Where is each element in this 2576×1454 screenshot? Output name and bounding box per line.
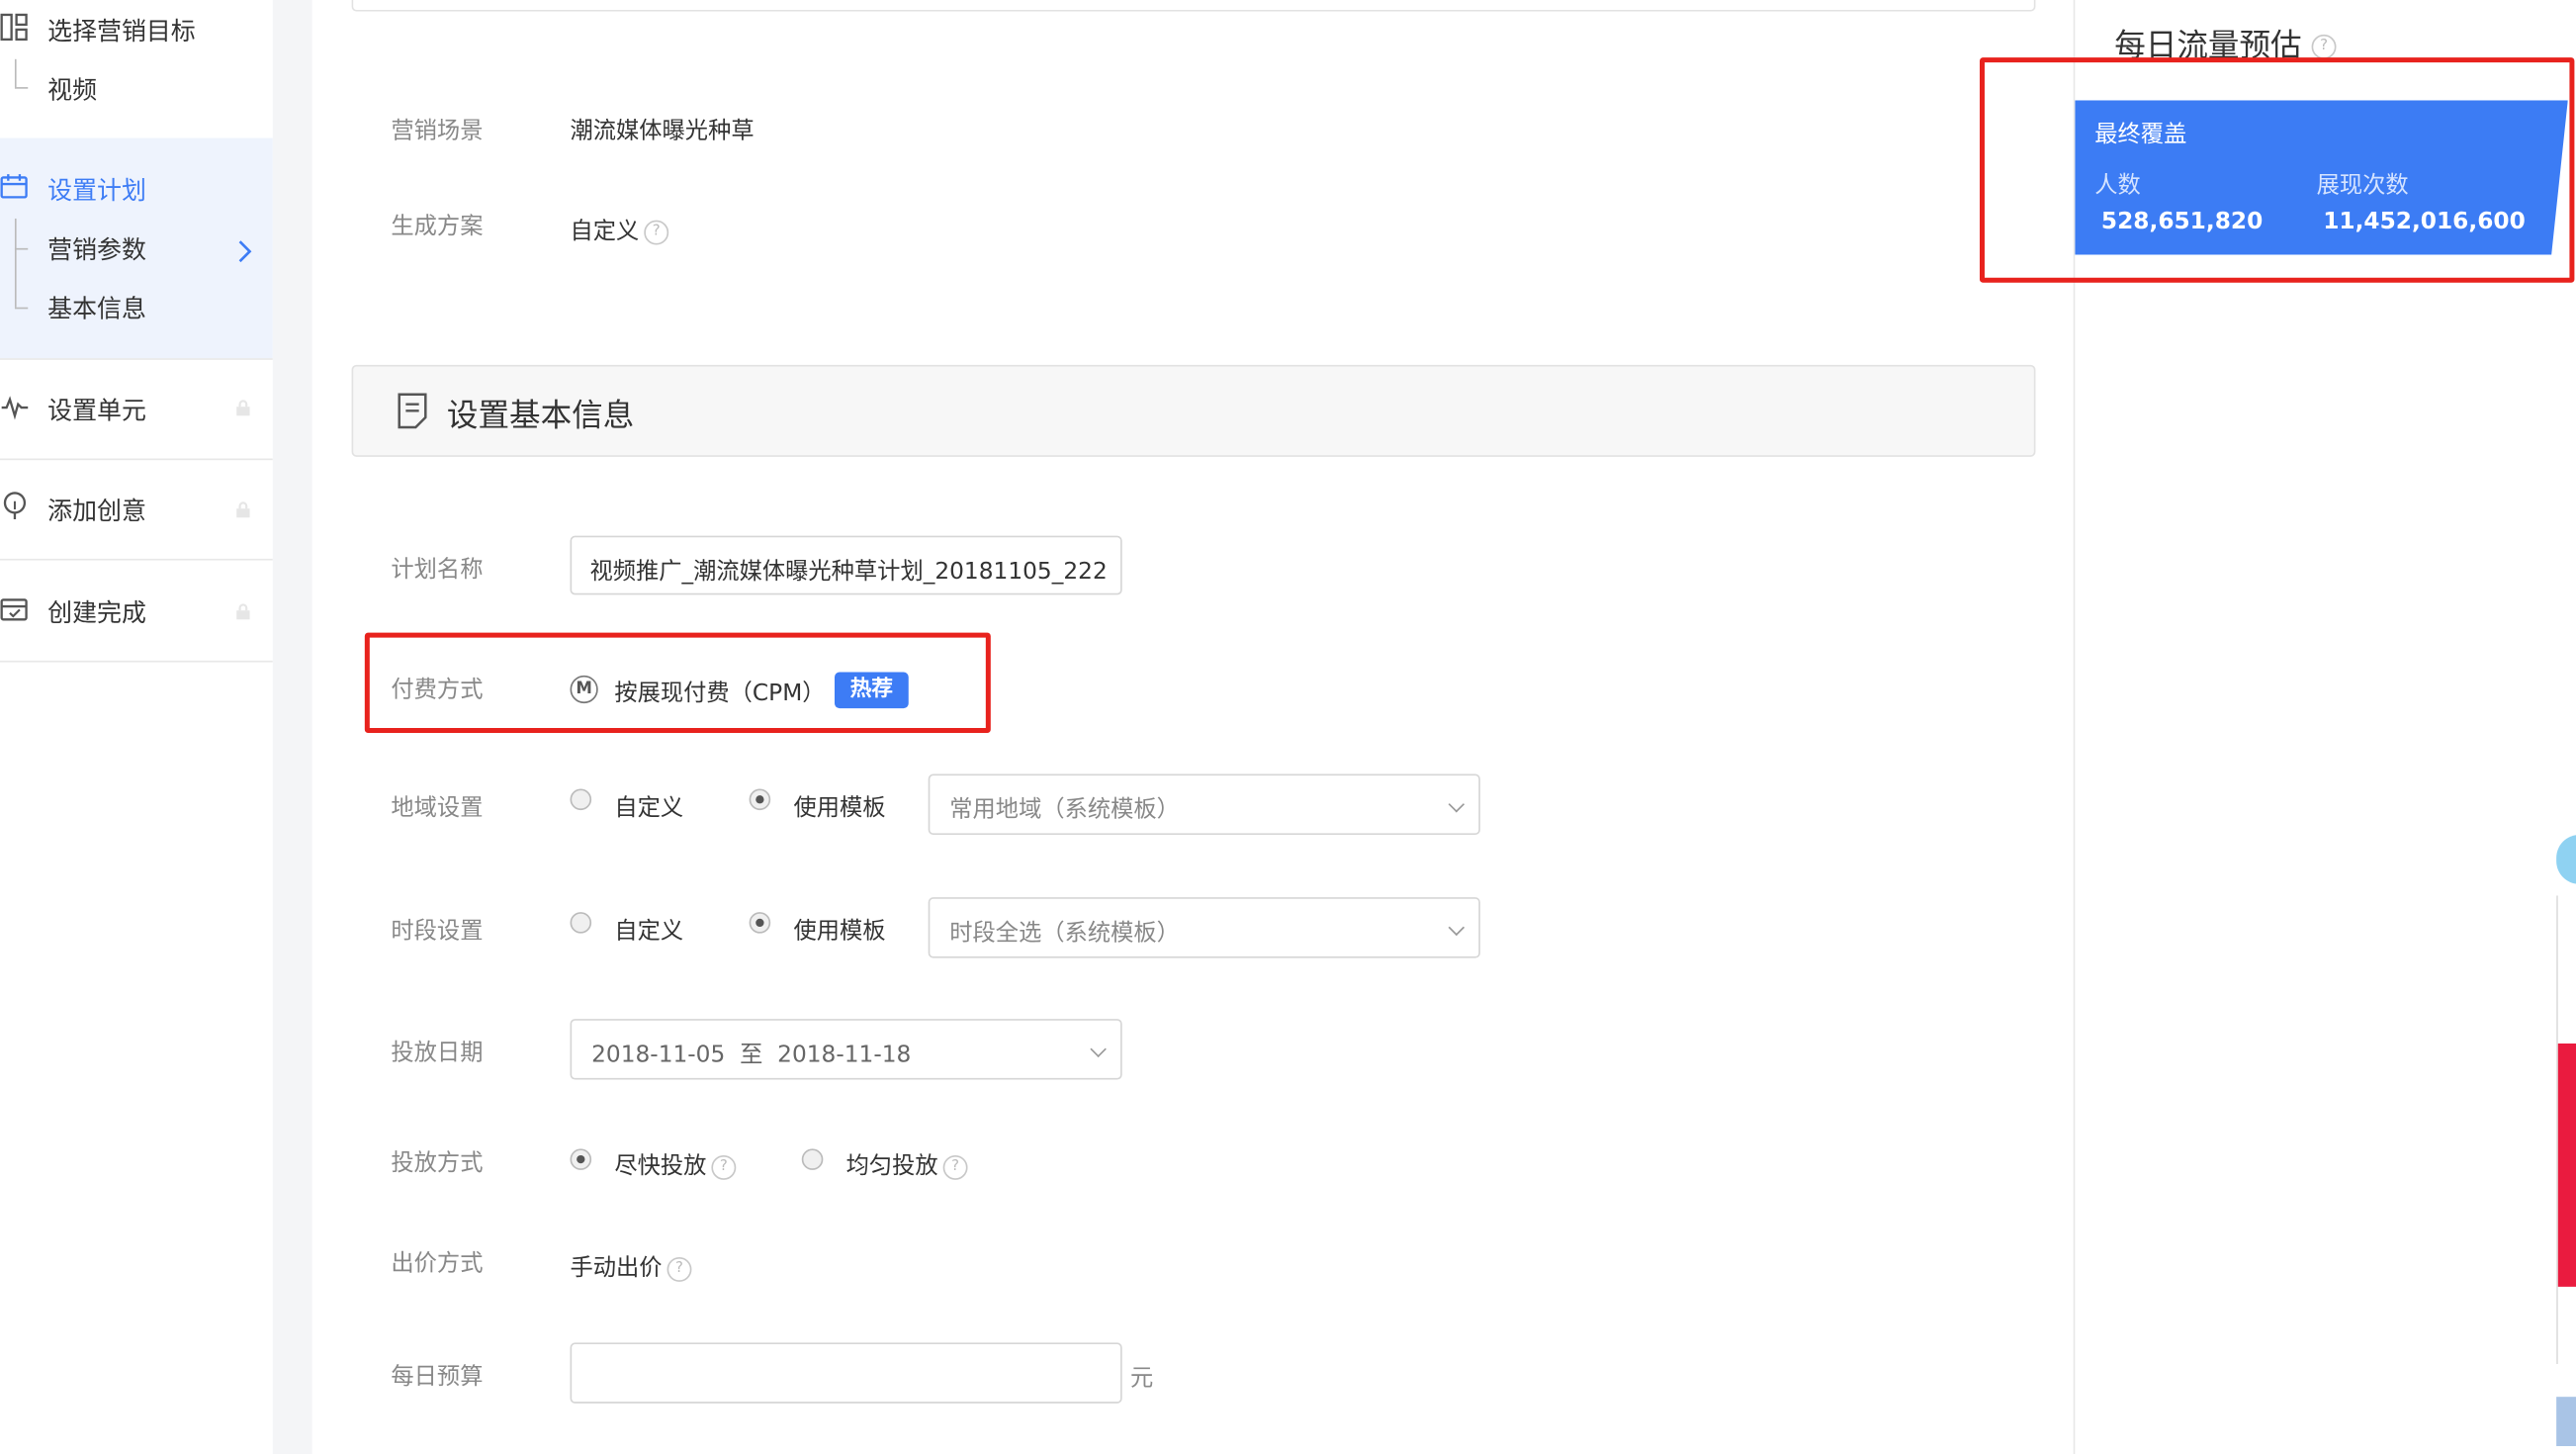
budget-input[interactable]	[570, 1342, 1122, 1404]
region-option-custom[interactable]: 自定义	[614, 790, 683, 823]
step-set-unit: 设置单元	[47, 396, 146, 426]
delivery-label: 投放方式	[391, 1149, 484, 1177]
cpm-m-icon: M	[570, 675, 598, 704]
region-radio-custom[interactable]	[570, 788, 592, 811]
region-select-value: 常用地域（系统模板）	[949, 796, 1180, 824]
help-icon[interactable]: ?	[644, 219, 669, 244]
region-template-select[interactable]: 常用地域（系统模板）	[928, 773, 1480, 835]
section-title: 设置基本信息	[446, 398, 635, 434]
substep-basic-info[interactable]: 基本信息	[47, 291, 146, 325]
sidebar-gutter	[272, 0, 312, 1454]
substep-video[interactable]: 视频	[47, 72, 97, 107]
plan-gen-label: 生成方案	[391, 213, 484, 240]
previous-section-panel	[351, 0, 2036, 12]
payment-label: 付费方式	[391, 677, 484, 704]
time-option-custom[interactable]: 自定义	[614, 914, 683, 947]
budget-unit: 元	[1130, 1365, 1154, 1393]
document-icon	[398, 393, 427, 429]
bid-value: 手动出价?	[571, 1250, 692, 1283]
chevron-down-icon	[1448, 919, 1466, 937]
pulse-icon	[1, 396, 29, 420]
budget-label: 每日预算	[391, 1363, 484, 1391]
scene-value: 潮流媒体曝光种草	[570, 118, 755, 145]
step-create-done: 创建完成	[47, 597, 146, 628]
region-option-template[interactable]: 使用模板	[793, 790, 885, 823]
plan-name-input[interactable]: 视频推广_潮流媒体曝光种草计划_20181105_222	[570, 535, 1122, 595]
floating-side-button[interactable]	[2556, 1397, 2576, 1447]
floating-side-banner[interactable]	[2557, 1043, 2576, 1287]
floating-mascot-icon[interactable]	[2556, 834, 2576, 884]
step-set-plan[interactable]: 设置计划	[47, 172, 146, 207]
date-range-text: 2018-11-05 至 2018-11-18	[591, 1042, 912, 1068]
date-label: 投放日期	[391, 1040, 484, 1067]
time-radio-custom[interactable]	[570, 912, 592, 934]
layout-icon	[0, 13, 28, 42]
highlight-box-estimate	[1979, 57, 2575, 283]
time-label: 时段设置	[391, 918, 484, 946]
substep-marketing-params[interactable]: 营销参数	[47, 231, 146, 266]
plan-name-value: 视频推广_潮流媒体曝光种草计划_20181105_222	[589, 558, 1108, 586]
help-icon[interactable]: ?	[942, 1154, 968, 1180]
scene-label: 营销场景	[391, 118, 484, 145]
section-header-basic-info: 设置基本信息	[351, 364, 2036, 457]
chevron-down-icon	[1090, 1041, 1107, 1058]
plan-name-label: 计划名称	[391, 557, 484, 584]
step-sidebar: 选择营销目标 视频 设置计划 营销参数 基本信息 设置单元 添加创意 创建完成	[0, 0, 273, 1454]
calendar-check-icon	[0, 598, 28, 621]
plan-gen-value: 自定义?	[571, 214, 669, 246]
help-icon[interactable]: ?	[2311, 34, 2337, 59]
delivery-radio-fast[interactable]	[570, 1148, 592, 1170]
help-icon[interactable]: ?	[711, 1154, 737, 1180]
delivery-option-fast[interactable]: 尽快投放?	[614, 1148, 737, 1181]
delivery-option-even[interactable]: 均匀投放?	[846, 1148, 968, 1181]
region-label: 地域设置	[391, 795, 484, 822]
delivery-radio-even[interactable]	[801, 1148, 824, 1170]
hot-badge: 热荐	[834, 672, 909, 709]
chevron-right-icon	[238, 240, 252, 263]
date-range-picker[interactable]: 2018-11-05 至 2018-11-18	[570, 1019, 1122, 1080]
step-select-goal[interactable]: 选择营销目标	[47, 13, 196, 47]
bid-label: 出价方式	[391, 1250, 484, 1277]
payment-option-cpm[interactable]: 按展现付费（CPM）	[614, 676, 825, 708]
time-radio-template[interactable]	[749, 912, 771, 934]
bulb-icon	[3, 492, 27, 520]
lock-icon	[236, 603, 250, 620]
time-template-select[interactable]: 时段全选（系统模板）	[928, 897, 1480, 958]
step-add-creative: 添加创意	[47, 496, 146, 526]
time-select-value: 时段全选（系统模板）	[949, 920, 1180, 947]
lock-icon	[236, 400, 250, 416]
calendar-plan-icon	[0, 174, 28, 199]
lock-icon	[236, 501, 250, 518]
help-icon[interactable]: ?	[666, 1256, 692, 1282]
region-radio-template[interactable]	[749, 788, 771, 811]
time-option-template[interactable]: 使用模板	[793, 914, 885, 947]
chevron-down-icon	[1448, 796, 1466, 813]
